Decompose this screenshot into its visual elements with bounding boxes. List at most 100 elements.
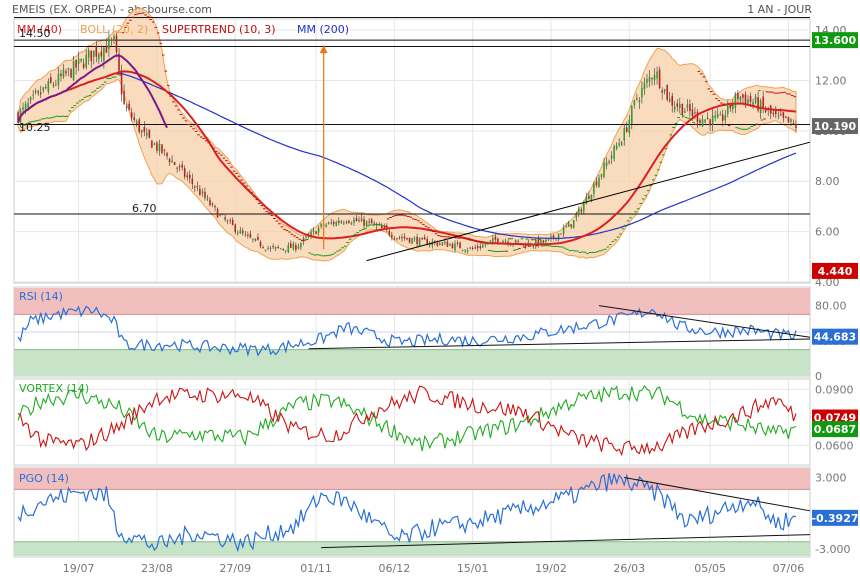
candle-body [479,246,482,249]
candle-body [108,38,110,50]
price-ytick-label: 12.00 [815,74,847,87]
candle-body [57,73,60,85]
candle-body [724,115,727,121]
candle-body [343,222,345,224]
candle-body [686,104,689,108]
candle-body [375,225,378,227]
pgo-lower-zone [14,541,810,556]
candle-body [456,242,459,244]
candle-body [201,191,204,194]
candle-body [37,90,39,94]
pgo-panel-title: PGO (14) [19,472,69,485]
candle-body [269,247,272,249]
candle-body [254,238,257,241]
candle-body [370,219,373,224]
candle-body [605,162,608,167]
candle-body [168,159,171,163]
candle-body [411,238,413,244]
candle-body [277,246,279,248]
candle-body [173,161,176,166]
candle-body [368,221,370,223]
candle-body [199,188,201,196]
candle-body [671,95,674,106]
candle-body [252,238,254,240]
candle-body [570,224,572,227]
rsi-overbought-zone [14,288,810,315]
vortex-badge-plus: 0.0687 [814,423,856,436]
candle-body [22,107,24,110]
candle-body [98,54,100,60]
chart-stage: EMEIS (EX. ORPEA) - abcbourse.com 1 AN -… [0,0,860,580]
candle-body [454,243,456,251]
candle-body [413,238,416,240]
candle-body [547,239,550,241]
candle-body [653,74,656,81]
candle-body [772,112,775,115]
candle-body [388,230,391,236]
candle-body [492,238,494,243]
candle-body [186,175,189,178]
candle-body [474,247,476,249]
candle-body [484,244,487,246]
candle-body [545,239,547,242]
candle-body [681,103,684,115]
candle-body [562,227,565,234]
candle-body [146,132,148,136]
candle-body [785,116,787,118]
rsi-oversold-zone [14,349,810,376]
candle-body [643,82,646,90]
vortex-ytick-label: 0.0900 [815,383,854,396]
candle-body [762,96,764,108]
x-tick-label: 26/03 [613,562,645,575]
candle-body [631,106,633,124]
candle-body [742,94,744,98]
candle-body [580,209,583,212]
candle-body [638,100,641,103]
candle-body [123,91,125,104]
candle-body [262,247,264,249]
candle-body [105,45,108,53]
candle-body [80,58,82,61]
candle-body [100,51,103,57]
candle-body [224,217,226,220]
candle-body [363,219,365,226]
candle-body [747,99,749,105]
candle-body [221,213,224,215]
candle-body [464,250,466,252]
x-tick-label: 06/12 [379,562,411,575]
candle-body [406,237,408,240]
candle-body [365,221,368,226]
candle-body [590,194,593,201]
candle-body [585,196,588,205]
candle-body [330,222,333,224]
candle-body [663,89,666,92]
candle-body [229,220,231,222]
candle-body [312,230,315,233]
chart-header-period: 1 AN - JOUR [747,3,812,16]
candle-body [95,45,98,57]
candle-body [226,220,229,222]
candle-body [737,92,739,99]
x-tick-label: 19/07 [63,562,95,575]
candle-body [709,119,711,126]
candle-body [691,109,694,117]
candle-body [29,97,32,101]
candle-body [135,121,138,124]
candle-body [476,245,479,249]
candle-body [716,114,719,118]
candle-body [340,221,343,224]
candle-body [42,87,45,91]
candle-body [335,221,338,226]
candle-body [623,128,626,141]
level-label-high: 14.50 [19,27,51,40]
candle-body [648,76,651,82]
candle-body [231,219,234,225]
candle-body [380,224,383,229]
candle-body [188,174,191,179]
candle-body [209,199,211,206]
candle-body [704,119,706,123]
candle-body [171,160,173,163]
candle-body [292,243,295,250]
rsi-ytick-label: 0 [815,370,822,383]
candle-body [449,244,451,246]
